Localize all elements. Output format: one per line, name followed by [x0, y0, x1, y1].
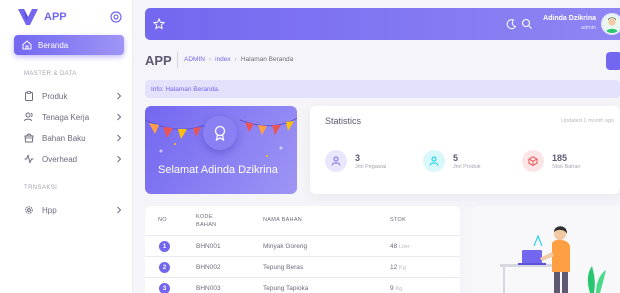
brand-name: APP	[44, 11, 67, 23]
breadcrumb-index[interactable]: index	[215, 56, 231, 63]
cell-nama: Tepung Tapioka	[263, 285, 309, 292]
chevron-right-icon	[117, 113, 122, 121]
user-icon	[429, 156, 439, 166]
sidebar: APP Beranda MASTER & DATA Produk Tenaga …	[0, 0, 133, 293]
avatar-image	[603, 15, 620, 33]
stat-label: Stok Bahan	[552, 163, 581, 170]
stat-label: Jml Pegawai	[355, 163, 387, 170]
search-icon[interactable]	[521, 18, 533, 30]
clipboard-icon	[25, 91, 33, 101]
table-header-divider	[145, 235, 460, 236]
chevron-right-icon	[117, 134, 122, 142]
shopping-bag-icon	[24, 133, 34, 143]
sidebar-item-tenaga-kerja[interactable]: Tenaga Kerja	[24, 110, 124, 124]
breadcrumb: ADMIN › index › Halaman Beranda	[184, 56, 293, 63]
gear-icon	[25, 206, 33, 214]
cell-kode: BHN001	[196, 243, 221, 250]
col-header-stok: STOK	[390, 217, 407, 223]
stat-label: Jml Produk	[453, 163, 481, 170]
moon-icon[interactable]	[505, 18, 517, 30]
sidebar-item-label: Tenaga Kerja	[42, 112, 90, 122]
row-number-badge: 2	[159, 262, 170, 273]
star-icon[interactable]	[153, 18, 165, 30]
col-header-no: NO	[158, 217, 167, 223]
stok-unit: Kg	[399, 265, 406, 271]
user-name[interactable]: Adinda Dzikrina	[538, 15, 596, 22]
stok-value: 48	[390, 243, 398, 250]
award-badge	[203, 116, 237, 150]
cell-stok: 48 Liter	[390, 243, 410, 250]
sidebar-item-overhead[interactable]: Overhead	[24, 152, 124, 166]
sidebar-item-beranda[interactable]: Beranda	[14, 35, 124, 55]
stat-icon-wrap	[325, 150, 347, 172]
sidebar-item-label: Produk	[42, 91, 68, 101]
stok-unit: Liter	[399, 244, 410, 250]
statistics-card: Statistics Updated 1 month ago 3 Jml Peg…	[310, 106, 620, 194]
page-title: APP	[145, 53, 172, 68]
sidebar-item-label: Overhead	[42, 154, 78, 164]
chevron-right-icon	[117, 92, 122, 100]
apps-grid-button[interactable]	[606, 52, 620, 70]
cell-stok: 12 Kg	[390, 264, 406, 271]
stat-stok-bahan: 185 Stok Bahan	[522, 149, 580, 173]
stat-icon-wrap	[423, 150, 445, 172]
welcome-card: Selamat Adinda Dzikrina	[145, 106, 297, 194]
logo-icon	[18, 9, 38, 25]
sidebar-item-hpp[interactable]: Hpp	[24, 203, 124, 217]
cell-kode: BHN002	[196, 264, 221, 271]
stat-value: 185	[552, 152, 568, 163]
home-icon	[22, 40, 32, 50]
sidebar-item-bahan-baku[interactable]: Bahan Baku	[24, 131, 124, 145]
stok-value: 12	[390, 264, 398, 271]
table-row-divider	[145, 277, 460, 278]
breadcrumb-current: Halaman Beranda	[240, 56, 294, 63]
award-icon	[214, 125, 226, 141]
avatar[interactable]	[601, 13, 620, 35]
chevron-right-icon	[117, 155, 122, 163]
collapse-toggle-icon[interactable]	[110, 11, 122, 23]
sidebar-item-label: Bahan Baku	[42, 133, 86, 143]
statistics-updated: Updated 1 month ago	[561, 118, 614, 124]
cell-nama: Minyak Goreng	[263, 243, 308, 250]
row-number-badge: 3	[159, 283, 170, 293]
sidebar-item-label: Beranda	[38, 40, 69, 50]
sidebar-item-produk[interactable]: Produk	[24, 89, 124, 103]
stat-icon-wrap	[522, 150, 544, 172]
section-master-data: MASTER & DATA	[24, 71, 77, 77]
statistics-title: Statistics	[325, 116, 362, 126]
stat-jml-pegawai: 3 Jml Pegawai	[325, 149, 386, 173]
stok-unit: Kg	[395, 286, 403, 292]
col-header-nama: NAMA BAHAN	[263, 217, 303, 223]
stat-value: 3	[355, 152, 361, 163]
chevron-right-icon	[117, 206, 122, 214]
cell-kode: BHN003	[196, 285, 221, 292]
breadcrumb-admin[interactable]: ADMIN	[184, 56, 205, 63]
users-icon	[24, 112, 33, 122]
stok-value: 9	[390, 285, 394, 292]
welcome-text: Selamat Adinda Dzikrina	[158, 164, 278, 176]
stat-value: 5	[453, 152, 459, 163]
stat-jml-produk: 5 Jml Produk	[423, 149, 481, 173]
brand[interactable]: APP	[18, 8, 67, 26]
section-transaksi: TRNSAKSI	[24, 185, 58, 191]
row-number-badge: 1	[159, 241, 170, 252]
breadcrumb-separator: ›	[208, 56, 212, 63]
top-navbar: Adinda Dzikrina admin	[145, 8, 620, 40]
cell-nama: Tepung Beras	[263, 264, 304, 271]
col-header-kode: KODE BAHAN	[196, 214, 217, 228]
illustration-card	[472, 206, 620, 293]
breadcrumb-divider	[177, 52, 178, 68]
breadcrumb-separator: ›	[234, 56, 237, 63]
table-row-divider	[145, 256, 460, 257]
sidebar-item-label: Hpp	[42, 205, 57, 215]
box-icon	[528, 156, 538, 166]
worker-illustration	[500, 226, 606, 293]
info-alert: Info: Halaman Beranda.	[145, 80, 620, 98]
user-icon	[331, 156, 341, 166]
cell-stok: 9 Kg	[390, 285, 402, 292]
user-role: admin	[581, 25, 596, 31]
alert-text: Info: Halaman Beranda.	[151, 85, 220, 93]
activity-icon	[24, 154, 34, 164]
